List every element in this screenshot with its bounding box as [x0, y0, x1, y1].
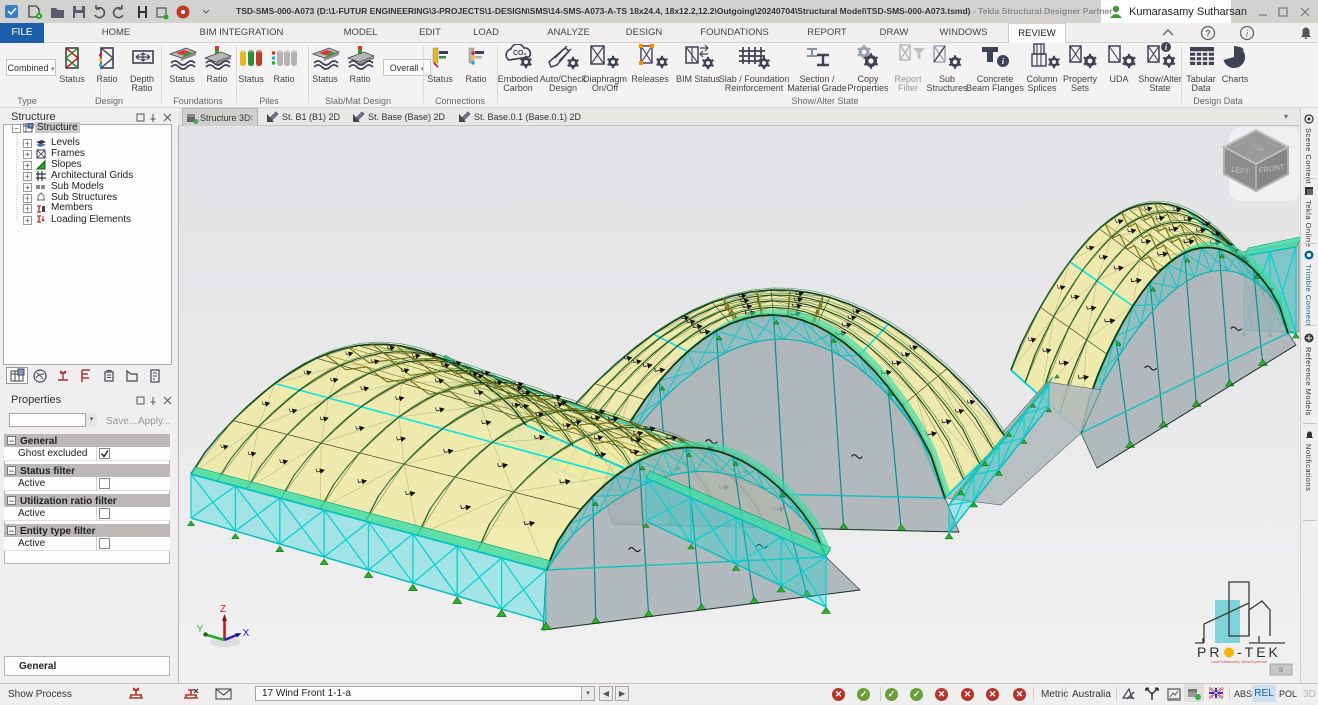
svg-text:Y: Y [197, 624, 204, 635]
svg-text:CO₂: CO₂ [513, 50, 527, 57]
svg-text:-TEK: -TEK [1237, 644, 1281, 660]
svg-text:S: S [1279, 667, 1284, 674]
svg-text:PR: PR [1197, 644, 1222, 660]
svg-text:Local Professionals | Global E: Local Professionals | Global Experience [1211, 660, 1268, 664]
svg-text:Z: Z [220, 604, 226, 615]
svg-text:i: i [1246, 29, 1249, 39]
svg-text:?: ? [1205, 29, 1211, 39]
svg-text:X: X [243, 628, 250, 639]
